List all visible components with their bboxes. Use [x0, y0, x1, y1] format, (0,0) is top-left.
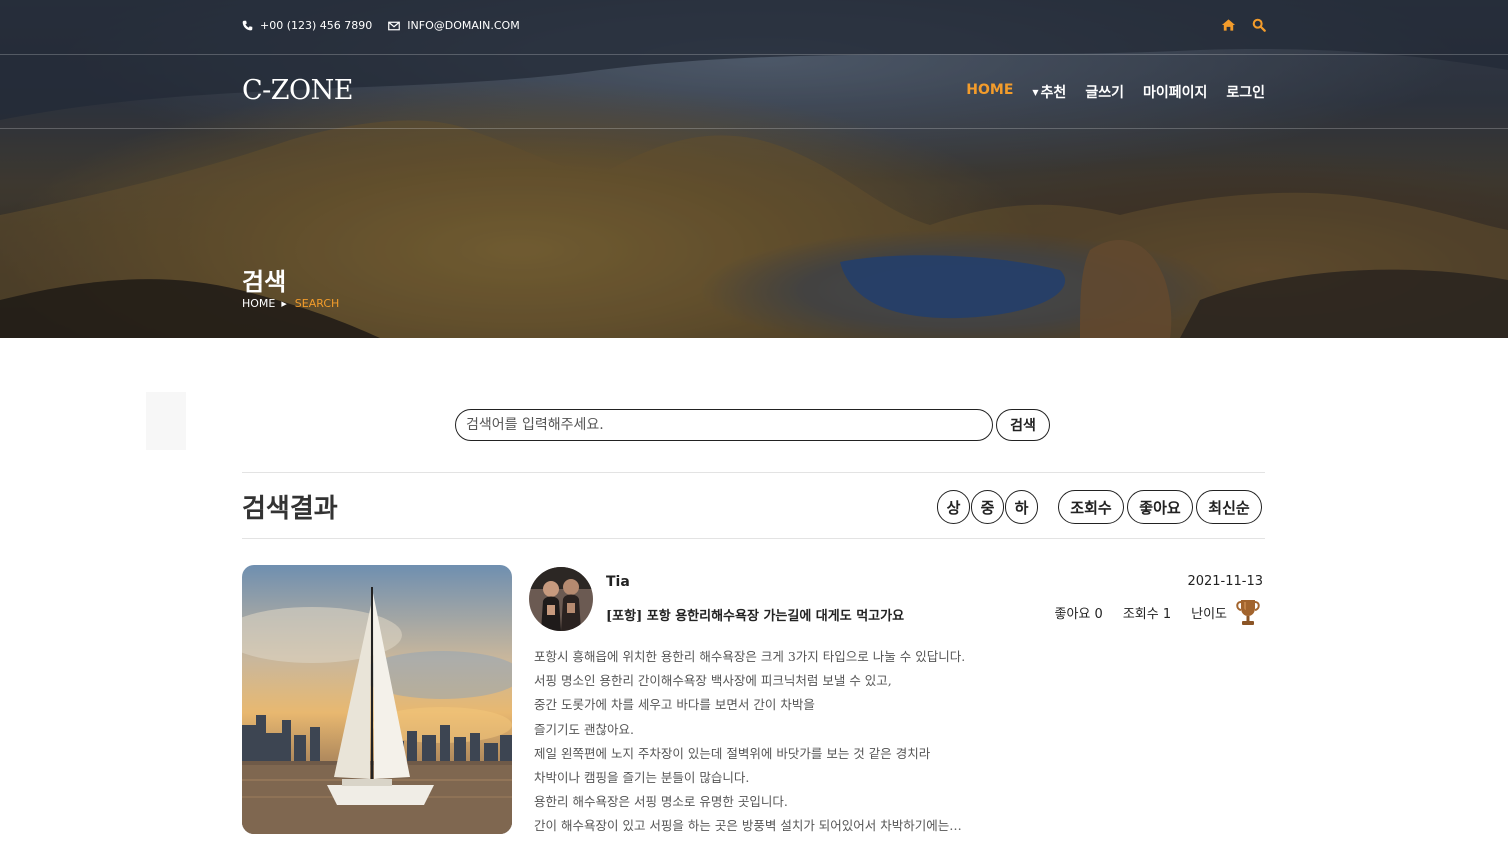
nav-recommend-dropdown[interactable]: ▼ 추천: [1032, 82, 1066, 102]
breadcrumb-home[interactable]: HOME: [242, 297, 275, 310]
excerpt-line: 간이 해수욕장이 있고 서핑을 하는 곳은 방풍벽 설치가 되어있어서 차박하기…: [534, 818, 962, 834]
mail-icon: [388, 21, 401, 30]
nav-write[interactable]: 글쓰기: [1085, 82, 1124, 102]
excerpt-line: 포항시 흥해읍에 위치한 용한리 해수욕장은 크게 3가지 타입으로 나눌 수 …: [534, 649, 966, 664]
filter-difficulty-low[interactable]: 하: [1005, 490, 1038, 524]
post-date: 2021-11-13: [1187, 574, 1263, 589]
results-title: 검색결과: [242, 494, 338, 524]
filter-difficulty-mid[interactable]: 중: [971, 490, 1004, 524]
divider: [242, 538, 1265, 539]
nav-mypage[interactable]: 마이페이지: [1143, 82, 1207, 102]
post-thumbnail[interactable]: [242, 565, 512, 834]
excerpt-line: 제일 왼쪽편에 노지 주차장이 있는데 절벽위에 바닷가를 보는 것 같은 경치…: [534, 745, 931, 761]
author-avatar[interactable]: [529, 567, 593, 631]
search-input[interactable]: [455, 409, 993, 441]
search-icon[interactable]: [1252, 18, 1266, 32]
post-title[interactable]: [포항] 포항 용한리해수욕장 가는길에 대게도 먹고가요: [606, 605, 904, 624]
likes-count: 좋아요 0: [1054, 606, 1103, 622]
brand-logo[interactable]: C-ZONE: [242, 75, 354, 106]
sort-views[interactable]: 조회수: [1058, 490, 1124, 524]
search-button[interactable]: 검색: [996, 409, 1050, 441]
views-count: 조회수 1: [1122, 606, 1172, 622]
author-name[interactable]: Tia: [606, 574, 630, 590]
sort-latest[interactable]: 최신순: [1196, 490, 1262, 524]
excerpt-line: 서핑 명소인 용한리 간이해수욕장 백사장에 피크닉처럼 보낼 수 있고,: [534, 673, 892, 689]
post-excerpt: 포항시 흥해읍에 위치한 용한리 해수욕장은 크게 3가지 타입으로 나눌 수 …: [534, 645, 1014, 839]
nav-recommend-label: 추천: [1040, 85, 1067, 101]
filter-difficulty-high[interactable]: 상: [937, 490, 970, 524]
caret-right-icon: ▶: [281, 299, 287, 308]
sort-likes[interactable]: 좋아요: [1127, 490, 1193, 524]
main-menu: HOME ▼ 추천 글쓰기 마이페이지 로그인: [966, 82, 1265, 102]
page-title: 검색: [242, 268, 287, 296]
phone-number: +00 (123) 456 7890: [260, 19, 373, 32]
decorative-block: [146, 392, 186, 450]
post-stats: 좋아요 0 조회수 1 난이도: [1055, 598, 1261, 626]
excerpt-line: 차박이나 캠핑을 즐기는 분들이 많습니다.: [534, 770, 750, 786]
difficulty-label: 난이도: [1191, 606, 1227, 622]
nav-login[interactable]: 로그인: [1226, 82, 1265, 102]
breadcrumb-current: SEARCH: [294, 297, 340, 310]
caret-down-icon: ▼: [1032, 88, 1039, 97]
breadcrumb: HOME ▶ SEARCH: [242, 297, 339, 310]
trophy-icon: [1236, 600, 1260, 625]
main-navbar: C-ZONE HOME ▼ 추천 글쓰기 마이페이지 로그인: [0, 55, 1508, 129]
nav-home[interactable]: HOME: [966, 82, 1013, 102]
excerpt-line: 즐기기도 괜찮아요.: [534, 721, 634, 737]
phone-icon: [242, 20, 253, 31]
excerpt-line: 중간 도롯가에 차를 세우고 바다를 보면서 간이 차박을: [534, 697, 815, 713]
excerpt-line: 용한리 해수욕장은 서핑 명소로 유명한 곳입니다.: [534, 794, 788, 810]
email-address[interactable]: INFO@DOMAIN.COM: [407, 19, 519, 32]
difficulty: 난이도: [1191, 598, 1261, 626]
top-contact-bar: +00 (123) 456 7890 INFO@DOMAIN.COM: [0, 0, 1508, 55]
divider: [242, 472, 1265, 473]
home-icon[interactable]: [1221, 18, 1236, 32]
